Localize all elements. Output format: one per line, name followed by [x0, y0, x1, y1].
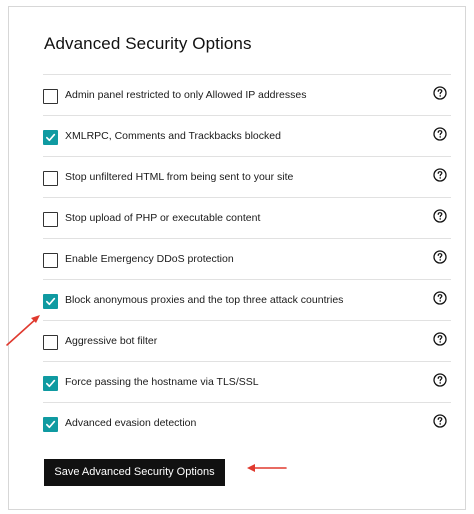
checkbox-anonymous-proxies[interactable] [43, 294, 58, 309]
question-circle-icon[interactable] [433, 414, 447, 428]
option-label: Advanced evasion detection [65, 417, 197, 429]
question-circle-icon[interactable] [433, 127, 447, 141]
checkbox-tls-hostname[interactable] [43, 376, 58, 391]
question-circle-icon[interactable] [433, 291, 447, 305]
checkmark-icon [46, 133, 56, 142]
option-row-xmlrpc: XMLRPC, Comments and Trackbacks blocked [43, 115, 451, 156]
option-row-unfiltered-html: Stop unfiltered HTML from being sent to … [43, 156, 451, 197]
checkmark-icon [46, 420, 56, 429]
option-row-admin-panel-ip: Admin panel restricted to only Allowed I… [43, 74, 451, 115]
checkbox-ddos[interactable] [43, 253, 58, 268]
checkbox-evasion-detection[interactable] [43, 417, 58, 432]
checkbox-admin-panel-ip[interactable] [43, 89, 58, 104]
question-circle-icon[interactable] [433, 168, 447, 182]
checkbox-php-upload[interactable] [43, 212, 58, 227]
option-label: XMLRPC, Comments and Trackbacks blocked [65, 130, 281, 142]
option-row-php-upload: Stop upload of PHP or executable content [43, 197, 451, 238]
question-circle-icon[interactable] [433, 332, 447, 346]
advanced-security-panel: Advanced Security Options Admin panel re… [8, 6, 466, 510]
save-advanced-security-options-button[interactable]: Save Advanced Security Options [44, 459, 225, 486]
security-options-list: Admin panel restricted to only Allowed I… [43, 74, 451, 443]
option-label: Enable Emergency DDoS protection [65, 253, 234, 265]
question-circle-icon[interactable] [433, 209, 447, 223]
option-row-ddos: Enable Emergency DDoS protection [43, 238, 451, 279]
checkmark-icon [46, 379, 56, 388]
option-row-tls-hostname: Force passing the hostname via TLS/SSL [43, 361, 451, 402]
option-label: Block anonymous proxies and the top thre… [65, 294, 344, 306]
question-circle-icon[interactable] [433, 373, 447, 387]
question-circle-icon[interactable] [433, 250, 447, 264]
option-row-anonymous-proxies: Block anonymous proxies and the top thre… [43, 279, 451, 320]
option-row-bot-filter: Aggressive bot filter [43, 320, 451, 361]
checkbox-xmlrpc[interactable] [43, 130, 58, 145]
checkmark-icon [46, 297, 56, 306]
option-label: Stop unfiltered HTML from being sent to … [65, 171, 294, 183]
panel-title: Advanced Security Options [44, 34, 252, 53]
option-label: Admin panel restricted to only Allowed I… [65, 89, 307, 101]
option-row-evasion-detection: Advanced evasion detection [43, 402, 451, 443]
option-label: Aggressive bot filter [65, 335, 158, 347]
checkbox-bot-filter[interactable] [43, 335, 58, 350]
checkbox-unfiltered-html[interactable] [43, 171, 58, 186]
option-label: Force passing the hostname via TLS/SSL [65, 376, 259, 388]
option-label: Stop upload of PHP or executable content [65, 212, 261, 224]
question-circle-icon[interactable] [433, 86, 447, 100]
